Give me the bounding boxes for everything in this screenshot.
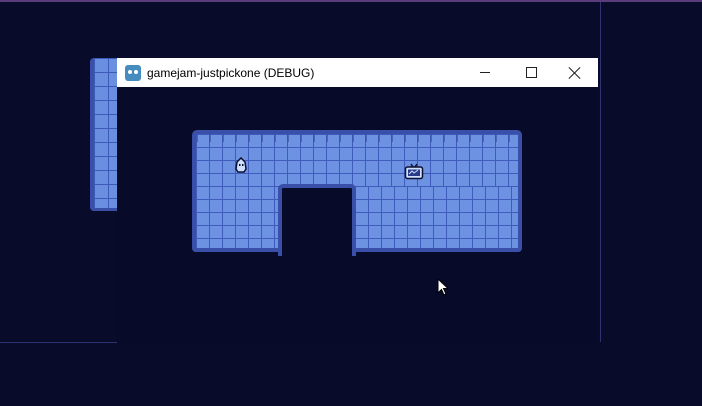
close-icon bbox=[569, 67, 581, 79]
godot-engine-icon bbox=[125, 64, 141, 81]
window-titlebar[interactable]: gamejam-justpickone (DEBUG) bbox=[117, 58, 598, 87]
desktop-window-edge-bottom bbox=[0, 342, 118, 343]
close-button[interactable] bbox=[552, 58, 598, 87]
desktop-top-edge bbox=[0, 0, 702, 2]
player-character-icon bbox=[235, 157, 247, 173]
desktop-window-edge bbox=[600, 2, 601, 342]
tv-monitor-icon bbox=[404, 163, 424, 180]
floor-pit bbox=[278, 184, 356, 256]
maximize-icon bbox=[525, 67, 537, 78]
minimize-button[interactable] bbox=[462, 58, 508, 87]
floor-area-left bbox=[192, 186, 282, 252]
game-viewport[interactable] bbox=[117, 87, 598, 343]
floor-area-right bbox=[351, 186, 522, 252]
mouse-pointer-icon bbox=[437, 278, 449, 296]
window-title: gamejam-justpickone (DEBUG) bbox=[147, 65, 315, 80]
background-game-window[interactable] bbox=[90, 58, 118, 211]
maximize-button[interactable] bbox=[508, 58, 554, 87]
wall-trim bbox=[196, 134, 518, 142]
game-window[interactable]: gamejam-justpickone (DEBUG) bbox=[117, 58, 598, 343]
minimize-icon bbox=[480, 72, 490, 73]
